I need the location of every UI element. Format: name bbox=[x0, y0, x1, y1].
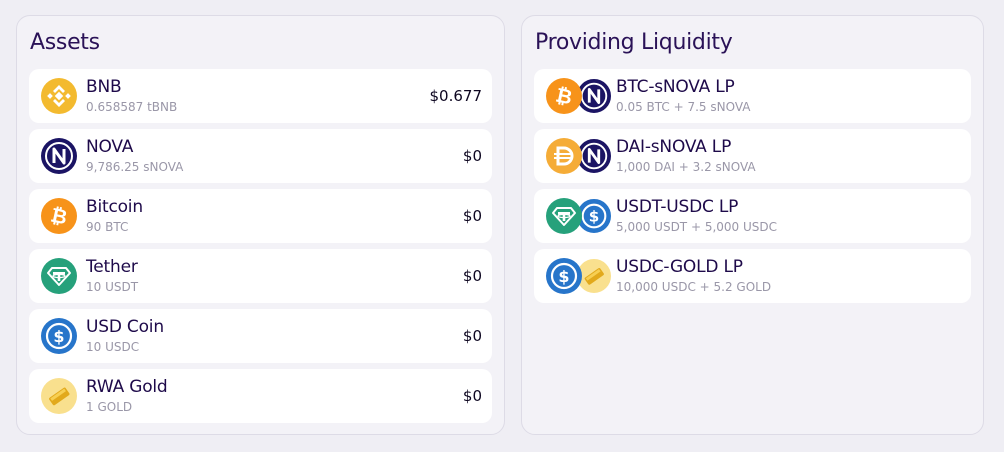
asset-name: Tether bbox=[86, 257, 138, 277]
svg-text:$: $ bbox=[589, 208, 600, 226]
liquidity-list: ₿ BTC-sNOVA LP 0.05 BTC + 7.5 sNOVA DAI-… bbox=[534, 69, 971, 309]
asset-value: $0 bbox=[462, 207, 482, 225]
asset-row-nova[interactable]: NOVA 9,786.25 sNOVA $0 bbox=[29, 129, 492, 183]
lp-name: USDC-GOLD LP bbox=[616, 257, 743, 277]
lp-row-btc-snova[interactable]: ₿ BTC-sNOVA LP 0.05 BTC + 7.5 sNOVA bbox=[534, 69, 971, 123]
svg-text:₿: ₿ bbox=[49, 203, 70, 230]
asset-amount: 90 BTC bbox=[86, 220, 129, 234]
svg-text:$: $ bbox=[558, 267, 569, 286]
asset-amount: 10 USDT bbox=[86, 280, 139, 294]
asset-amount: 1 GOLD bbox=[86, 400, 133, 414]
asset-name: USD Coin bbox=[86, 317, 164, 337]
assets-list: BNB 0.658587 tBNB $0.677 NOVA 9,786.25 s… bbox=[29, 69, 492, 429]
asset-name: BNB bbox=[86, 77, 122, 97]
lp-amount: 1,000 DAI + 3.2 sNOVA bbox=[616, 160, 756, 174]
usdc-icon: $ bbox=[41, 318, 77, 354]
lp-row-usdt-usdc[interactable]: $ USDT-USDC LP 5,000 USDT + 5,000 USDC bbox=[534, 189, 971, 243]
bitcoin-icon: ₿ bbox=[546, 78, 582, 114]
asset-row-bitcoin[interactable]: ₿ Bitcoin 90 BTC $0 bbox=[29, 189, 492, 243]
usdc-icon: $ bbox=[546, 258, 582, 294]
gold-icon bbox=[41, 378, 77, 414]
svg-text:$: $ bbox=[53, 327, 64, 346]
asset-value: $0 bbox=[462, 147, 482, 165]
tether-icon bbox=[546, 198, 582, 234]
asset-row-usdc[interactable]: $ USD Coin 10 USDC $0 bbox=[29, 309, 492, 363]
bitcoin-icon: ₿ bbox=[41, 198, 77, 234]
asset-name: NOVA bbox=[86, 137, 134, 157]
asset-name: Bitcoin bbox=[86, 197, 143, 217]
asset-name: RWA Gold bbox=[86, 377, 168, 397]
asset-value: $0 bbox=[462, 267, 482, 285]
lp-name: DAI-sNOVA LP bbox=[616, 137, 732, 157]
dai-icon bbox=[546, 138, 582, 174]
asset-amount: 9,786.25 sNOVA bbox=[86, 160, 184, 174]
lp-amount: 10,000 USDC + 5.2 GOLD bbox=[616, 280, 772, 294]
asset-row-bnb[interactable]: BNB 0.658587 tBNB $0.677 bbox=[29, 69, 492, 123]
assets-panel: Assets BNB 0.658587 tBNB $0.677 NOVA 9,7… bbox=[16, 15, 505, 435]
asset-row-gold[interactable]: RWA Gold 1 GOLD $0 bbox=[29, 369, 492, 423]
asset-amount: 0.658587 tBNB bbox=[86, 100, 178, 114]
asset-value: $0 bbox=[462, 387, 482, 405]
asset-amount: 10 USDC bbox=[86, 340, 140, 354]
bnb-icon bbox=[41, 78, 77, 114]
nova-icon bbox=[41, 138, 77, 174]
tether-icon bbox=[41, 258, 77, 294]
liquidity-title: Providing Liquidity bbox=[535, 30, 733, 55]
lp-amount: 5,000 USDT + 5,000 USDC bbox=[616, 220, 778, 234]
lp-name: USDT-USDC LP bbox=[616, 197, 739, 217]
liquidity-panel: Providing Liquidity ₿ BTC-sNOVA LP 0.05 … bbox=[521, 15, 984, 435]
lp-row-usdc-gold[interactable]: $ USDC-GOLD LP 10,000 USDC + 5.2 GOLD bbox=[534, 249, 971, 303]
asset-row-tether[interactable]: Tether 10 USDT $0 bbox=[29, 249, 492, 303]
lp-row-dai-snova[interactable]: DAI-sNOVA LP 1,000 DAI + 3.2 sNOVA bbox=[534, 129, 971, 183]
svg-text:₿: ₿ bbox=[554, 83, 575, 110]
assets-title: Assets bbox=[30, 30, 100, 55]
asset-value: $0.677 bbox=[429, 87, 483, 105]
asset-value: $0 bbox=[462, 327, 482, 345]
lp-name: BTC-sNOVA LP bbox=[616, 77, 735, 97]
lp-amount: 0.05 BTC + 7.5 sNOVA bbox=[616, 100, 751, 114]
